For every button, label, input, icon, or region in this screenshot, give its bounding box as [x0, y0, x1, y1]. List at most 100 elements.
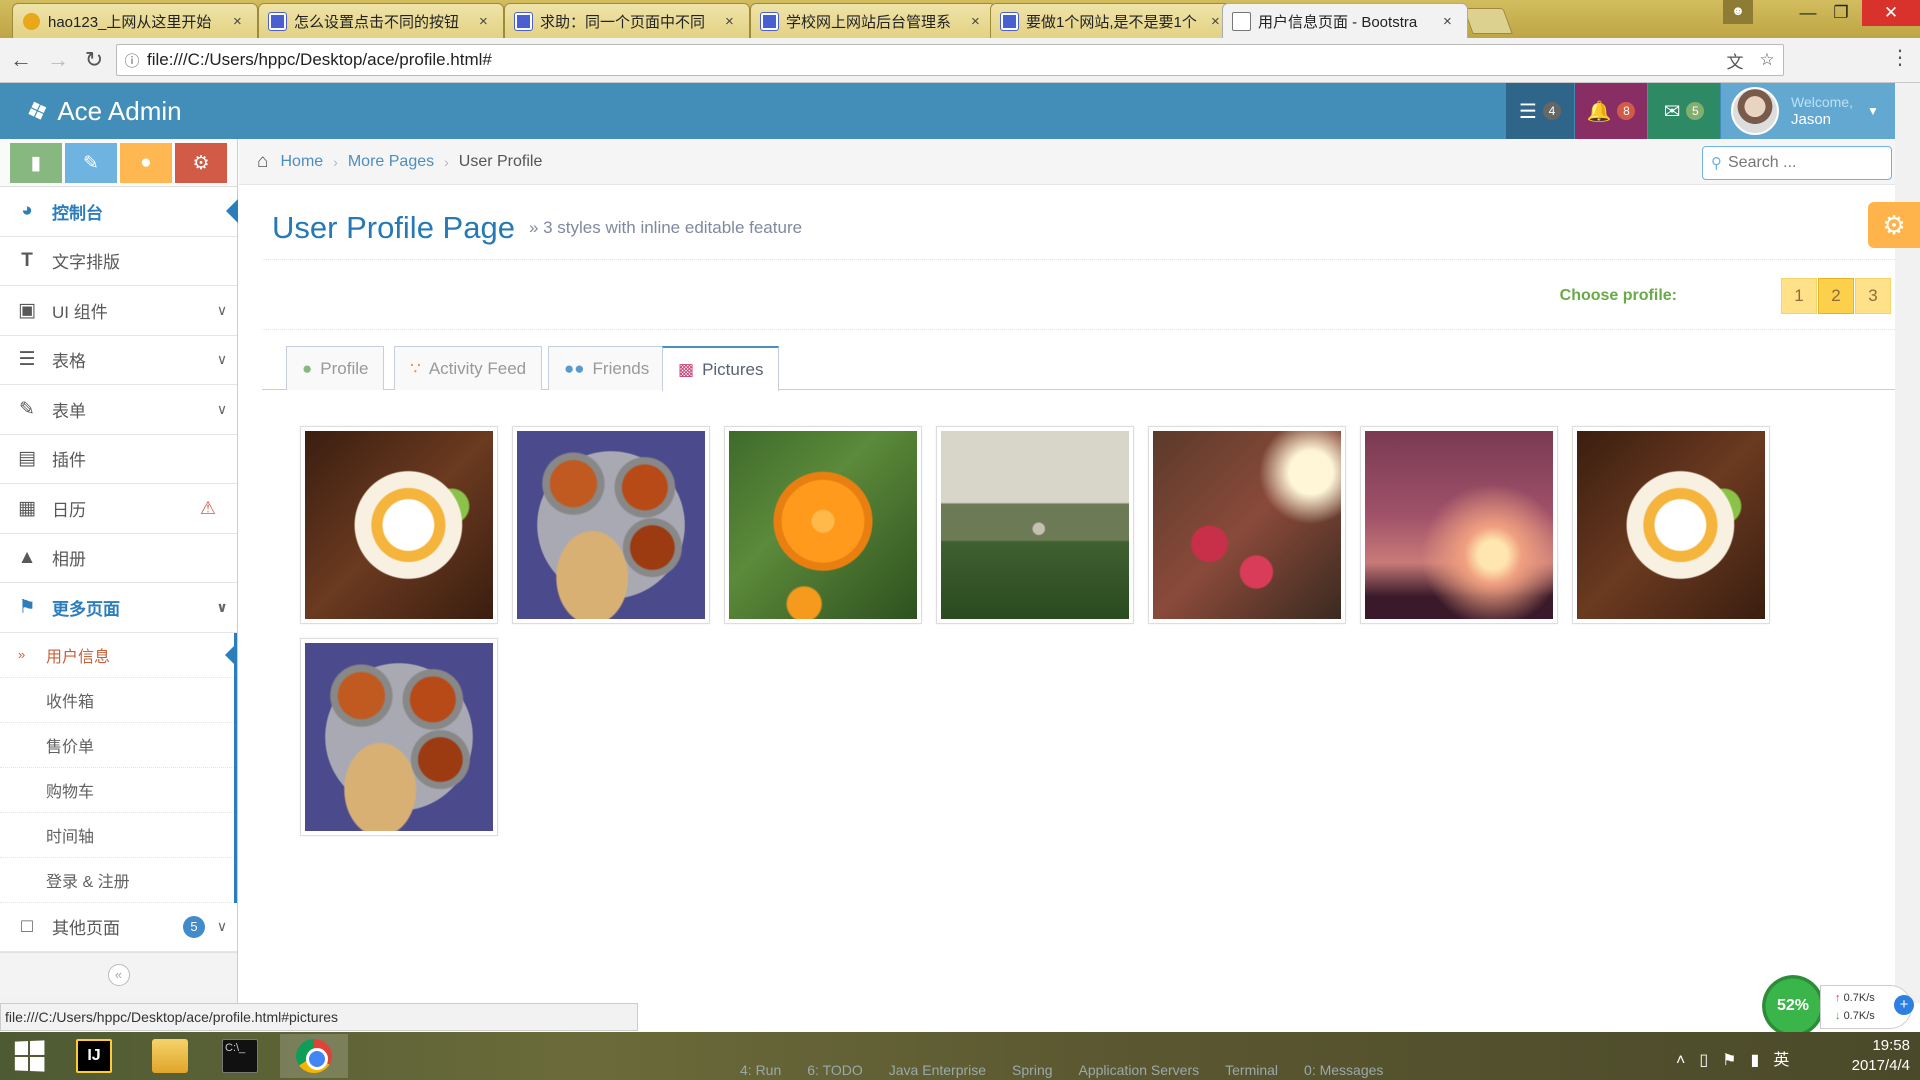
submenu-item-pricing[interactable]: 售价单 — [0, 723, 234, 768]
picture-thumbnail[interactable] — [936, 426, 1134, 624]
browser-tab-active[interactable]: 用户信息页面 - Bootstra × — [1222, 3, 1468, 38]
sidebar-item-calendar[interactable]: ▦ 日历 ⚠ — [0, 484, 237, 534]
submenu-item-cart[interactable]: 购物车 — [0, 768, 234, 813]
submenu-item-timeline[interactable]: 时间轴 — [0, 813, 234, 858]
taskbar-file-explorer[interactable] — [136, 1034, 204, 1078]
sidebar-item-other-pages[interactable]: □ 其他页面 5 ∨ — [0, 902, 237, 952]
profile-button-3[interactable]: 3 — [1855, 278, 1891, 314]
brand-logo[interactable]: ❖ Ace Admin — [21, 83, 181, 139]
browser-tab[interactable]: 要做1个网站,是不是要1个 × — [990, 3, 1236, 38]
clock[interactable]: 19:58 2017/4/4 — [1834, 1036, 1910, 1076]
picture-thumbnail[interactable] — [512, 426, 710, 624]
breadcrumb-more-pages-link[interactable]: More Pages — [348, 153, 434, 171]
sidebar-item-forms[interactable]: ✎ 表单 ∨ — [0, 385, 237, 435]
user-profile-icon[interactable]: ☻ — [1723, 0, 1753, 24]
envelope-icon: ✉ — [1663, 100, 1681, 123]
ide-tab[interactable]: 4: Run — [740, 1062, 781, 1078]
maximize-icon[interactable]: ❐ — [1828, 2, 1854, 26]
tab-profile[interactable]: ● Profile — [286, 346, 385, 390]
translate-icon[interactable]: 文 — [1719, 48, 1751, 73]
wifi-signal-icon[interactable]: ▮ — [1751, 1052, 1774, 1069]
sidebar-item-more-pages[interactable]: ⚑ 更多页面 ∨ — [0, 583, 237, 633]
pencil-icon: ✎ — [83, 152, 99, 174]
breadcrumb-home-link[interactable]: Home — [280, 153, 323, 171]
submenu-item-login-register[interactable]: 登录 & 注册 — [0, 858, 234, 903]
tab-close-icon[interactable]: × — [233, 13, 247, 30]
submenu-item-user-profile[interactable]: » 用户信息 — [0, 633, 237, 678]
picture-thumbnail[interactable] — [724, 426, 922, 624]
picture-thumbnail[interactable] — [300, 638, 498, 836]
search-input[interactable]: ⚲ Search ... — [1702, 146, 1892, 180]
paw-icon — [514, 11, 533, 31]
submenu-item-inbox[interactable]: 收件箱 — [0, 678, 234, 723]
sidebar-item-typography[interactable]: T 文字排版 — [0, 236, 237, 286]
browser-tab[interactable]: 怎么设置点击不同的按钮 × — [258, 3, 504, 38]
tab-activity-feed[interactable]: ∵ Activity Feed — [394, 346, 543, 390]
ide-tab[interactable]: Application Servers — [1079, 1062, 1200, 1078]
start-button[interactable] — [0, 1034, 58, 1078]
flag-icon[interactable]: ⚑ — [1722, 1052, 1750, 1069]
shortcut-users-button[interactable]: ● — [120, 143, 172, 183]
taskbar-command-prompt[interactable]: C:\_ — [206, 1034, 274, 1078]
minimize-icon[interactable]: — — [1795, 2, 1821, 26]
breakfast-plate-image — [305, 431, 493, 619]
page-info-icon[interactable]: ⓘ — [117, 50, 147, 71]
ide-tab[interactable]: Java Enterprise — [889, 1062, 986, 1078]
sidebar-item-label: 相册 — [52, 550, 86, 570]
submenu-item-label: 收件箱 — [46, 693, 95, 711]
tab-close-icon[interactable]: × — [1443, 13, 1457, 30]
ide-tab[interactable]: 6: TODO — [807, 1062, 863, 1078]
close-window-icon[interactable]: ✕ — [1862, 0, 1920, 26]
ide-tab[interactable]: Spring — [1012, 1062, 1052, 1078]
tab-close-icon[interactable]: × — [479, 13, 493, 30]
sidebar-item-label: 插件 — [52, 451, 86, 471]
tab-close-icon[interactable]: × — [971, 13, 985, 30]
url-field[interactable]: ⓘ file:///C:/Users/hppc/Desktop/ace/prof… — [116, 44, 1784, 76]
browser-tab[interactable]: hao123_上网从这里开始 × — [12, 3, 258, 38]
bookmark-star-icon[interactable]: ☆ — [1751, 50, 1783, 70]
ace-settings-button[interactable]: ⚙ — [1868, 202, 1920, 248]
ide-tab[interactable]: Terminal — [1225, 1062, 1278, 1078]
shortcut-stats-button[interactable]: ▮ — [10, 143, 62, 183]
tasks-icon: ☰ — [1519, 100, 1537, 123]
notifications-button[interactable]: 🔔 8 — [1575, 83, 1647, 139]
picture-thumbnail[interactable] — [300, 426, 498, 624]
sidebar-item-ui-elements[interactable]: ▣ UI 组件 ∨ — [0, 286, 237, 336]
picture-thumbnail[interactable] — [1148, 426, 1346, 624]
picture-thumbnail[interactable] — [1572, 426, 1770, 624]
chevron-up-icon[interactable]: ˄ — [1676, 1052, 1699, 1069]
picture-thumbnail[interactable] — [1360, 426, 1558, 624]
tray-icons[interactable]: ˄▯⚑▮英 — [1676, 1046, 1803, 1070]
tab-close-icon[interactable]: × — [725, 13, 739, 30]
browser-tab[interactable]: 求助：同一个页面中不同 × — [504, 3, 750, 38]
back-arrow-icon[interactable]: ← — [5, 44, 37, 76]
taskbar-chrome[interactable] — [280, 1034, 348, 1078]
sidebar-collapse-button[interactable]: « — [0, 952, 237, 996]
forward-arrow-icon[interactable]: → — [42, 44, 74, 76]
tab-pictures[interactable]: ▩ Pictures — [662, 346, 780, 391]
taskbar-intellij[interactable]: IJ — [60, 1034, 128, 1078]
ime-indicator[interactable]: 英 — [1773, 1052, 1803, 1069]
sidebar-item-gallery[interactable]: ▲ 相册 — [0, 533, 237, 583]
sidebar-item-widgets[interactable]: ▤ 插件 — [0, 434, 237, 484]
messages-button[interactable]: ✉ 5 — [1648, 83, 1720, 139]
sidebar-item-dashboard[interactable]: ◕ 控制台 — [0, 187, 238, 237]
url-text[interactable]: file:///C:/Users/hppc/Desktop/ace/profil… — [147, 50, 1719, 70]
sidebar-item-tables[interactable]: ☰ 表格 ∨ — [0, 335, 237, 385]
tasks-button[interactable]: ☰ 4 — [1506, 83, 1574, 139]
tab-friends[interactable]: ●● Friends — [548, 346, 666, 390]
browser-tab[interactable]: 学校网上网站后台管理系 × — [750, 3, 996, 38]
plus-icon[interactable]: + — [1894, 995, 1914, 1015]
tab-label: Pictures — [702, 359, 764, 379]
shortcut-edit-button[interactable]: ✎ — [65, 143, 117, 183]
reload-icon[interactable]: ↻ — [78, 44, 110, 76]
browser-menu-icon[interactable]: ⋮ — [1888, 45, 1912, 70]
profile-button-1[interactable]: 1 — [1781, 278, 1817, 314]
user-menu-button[interactable]: Welcome, Jason ▼ — [1721, 83, 1895, 139]
network-monitor-widget[interactable]: 52% ↑ 0.7K/s ↓ 0.7K/s + — [1762, 975, 1918, 1039]
ide-tab[interactable]: 0: Messages — [1304, 1062, 1383, 1078]
shortcut-settings-button[interactable]: ⚙ — [175, 143, 227, 183]
device-icon[interactable]: ▯ — [1699, 1052, 1722, 1069]
new-tab-button[interactable] — [1463, 8, 1513, 34]
profile-button-2[interactable]: 2 — [1818, 278, 1854, 314]
